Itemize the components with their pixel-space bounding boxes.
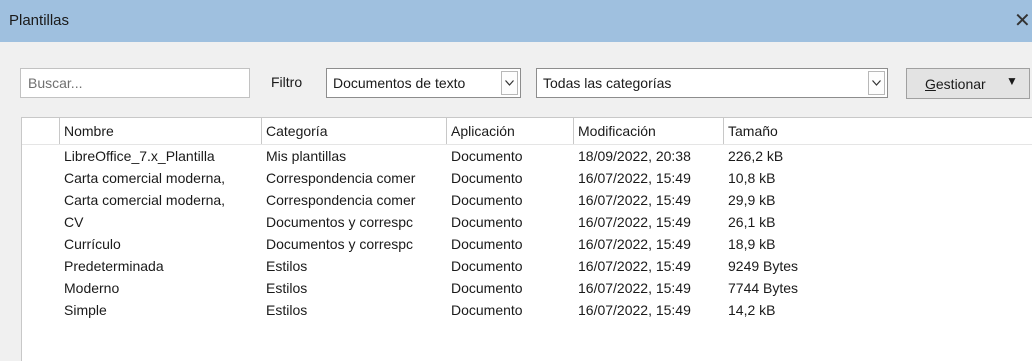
cell-modified: 16/07/2022, 15:49 bbox=[578, 258, 691, 274]
column-header-application[interactable]: Aplicación bbox=[447, 118, 574, 144]
cell-modified: 16/07/2022, 15:49 bbox=[578, 236, 691, 252]
filter-label: Filtro bbox=[271, 74, 303, 90]
cell-size: 14,2 kB bbox=[728, 302, 776, 318]
cell-name: Carta comercial moderna, bbox=[64, 192, 226, 208]
table-row[interactable]: Carta comercial moderna, Correspondencia … bbox=[22, 167, 1032, 189]
table-row[interactable]: LibreOffice_7.x_Plantilla Mis plantillas D… bbox=[22, 145, 1032, 167]
cell-size: 7744 Bytes bbox=[728, 280, 799, 296]
cell-application: Documento bbox=[451, 170, 523, 186]
cell-application: Documento bbox=[451, 236, 523, 252]
cell-category: Estilos bbox=[266, 280, 308, 296]
chevron-down-icon[interactable] bbox=[868, 71, 885, 95]
filter-dropdown[interactable]: Documentos de texto bbox=[326, 68, 521, 98]
cell-size: 26,1 kB bbox=[728, 214, 776, 230]
cell-name: LibreOffice_7.x_Plantilla bbox=[64, 148, 215, 164]
manage-button[interactable]: Gestionar ▼ bbox=[906, 68, 1030, 99]
cell-category: Documentos y correspc bbox=[266, 236, 414, 252]
cell-category: Estilos bbox=[266, 302, 308, 318]
category-dropdown[interactable]: Todas las categorías bbox=[536, 68, 888, 98]
table-row[interactable]: Currículo Documentos y correspc Documento 1… bbox=[22, 233, 1032, 255]
manage-button-label: Gestionar bbox=[925, 76, 986, 92]
cell-size: 10,8 kB bbox=[728, 170, 776, 186]
cell-category: Estilos bbox=[266, 258, 308, 274]
column-header-size[interactable]: Tamaño bbox=[724, 118, 1032, 144]
cell-category: Mis plantillas bbox=[266, 148, 347, 164]
cell-category: Correspondencia comer bbox=[266, 192, 416, 208]
cell-modified: 16/07/2022, 15:49 bbox=[578, 214, 691, 230]
cell-name: Moderno bbox=[64, 280, 120, 296]
cell-modified: 18/09/2022, 20:38 bbox=[578, 148, 691, 164]
cell-application: Documento bbox=[451, 192, 523, 208]
cell-size: 9249 Bytes bbox=[728, 258, 799, 274]
cell-category: Documentos y correspc bbox=[266, 214, 414, 230]
table-row[interactable]: Simple Estilos Documento 16/07/2022, 15:49 1… bbox=[22, 299, 1032, 321]
cell-name: Currículo bbox=[64, 236, 121, 252]
cell-size: 29,9 kB bbox=[728, 192, 776, 208]
column-header-modified[interactable]: Modificación bbox=[574, 118, 724, 144]
chevron-down-icon[interactable] bbox=[501, 71, 518, 95]
cell-size: 226,2 kB bbox=[728, 148, 784, 164]
cell-application: Documento bbox=[451, 302, 523, 318]
table-row[interactable]: Carta comercial moderna, Correspondencia … bbox=[22, 189, 1032, 211]
close-icon[interactable]: ✕ bbox=[1014, 8, 1031, 33]
window-title: Plantillas bbox=[9, 12, 70, 29]
column-header-category[interactable]: Categoría bbox=[262, 118, 447, 144]
cell-name: Predeterminada bbox=[64, 258, 164, 274]
title-bar: Plantillas ✕ bbox=[0, 0, 1032, 42]
cell-modified: 16/07/2022, 15:49 bbox=[578, 302, 691, 318]
cell-modified: 16/07/2022, 15:49 bbox=[578, 280, 691, 296]
dialog-body: Filtro Documentos de texto Todas las cat… bbox=[0, 42, 1032, 361]
cell-category: Correspondencia comer bbox=[266, 170, 416, 186]
cell-modified: 16/07/2022, 15:49 bbox=[578, 170, 691, 186]
table-header: Nombre Categoría Aplicación Modificación… bbox=[22, 118, 1032, 145]
cell-name: Carta comercial moderna, bbox=[64, 170, 226, 186]
cell-application: Documento bbox=[451, 148, 523, 164]
table-row[interactable]: Moderno Estilos Documento 16/07/2022, 15:49… bbox=[22, 277, 1032, 299]
templates-table: Nombre Categoría Aplicación Modificación… bbox=[21, 117, 1032, 361]
cell-application: Documento bbox=[451, 214, 523, 230]
table-row[interactable]: Predeterminada Estilos Documento 16/07/2022… bbox=[22, 255, 1032, 277]
category-dropdown-value: Todas las categorías bbox=[543, 75, 672, 91]
table-row[interactable]: CV Documentos y correspc Documento 16/07/20… bbox=[22, 211, 1032, 233]
cell-name: Simple bbox=[64, 302, 107, 318]
cell-application: Documento bbox=[451, 258, 523, 274]
header-spacer bbox=[22, 118, 60, 144]
cell-size: 18,9 kB bbox=[728, 236, 776, 252]
filter-dropdown-value: Documentos de texto bbox=[333, 75, 466, 91]
search-input[interactable] bbox=[20, 68, 250, 98]
cell-name: CV bbox=[64, 214, 84, 230]
column-header-name[interactable]: Nombre bbox=[60, 118, 262, 144]
cell-application: Documento bbox=[451, 280, 523, 296]
caret-down-icon: ▼ bbox=[1006, 74, 1018, 88]
cell-modified: 16/07/2022, 15:49 bbox=[578, 192, 691, 208]
